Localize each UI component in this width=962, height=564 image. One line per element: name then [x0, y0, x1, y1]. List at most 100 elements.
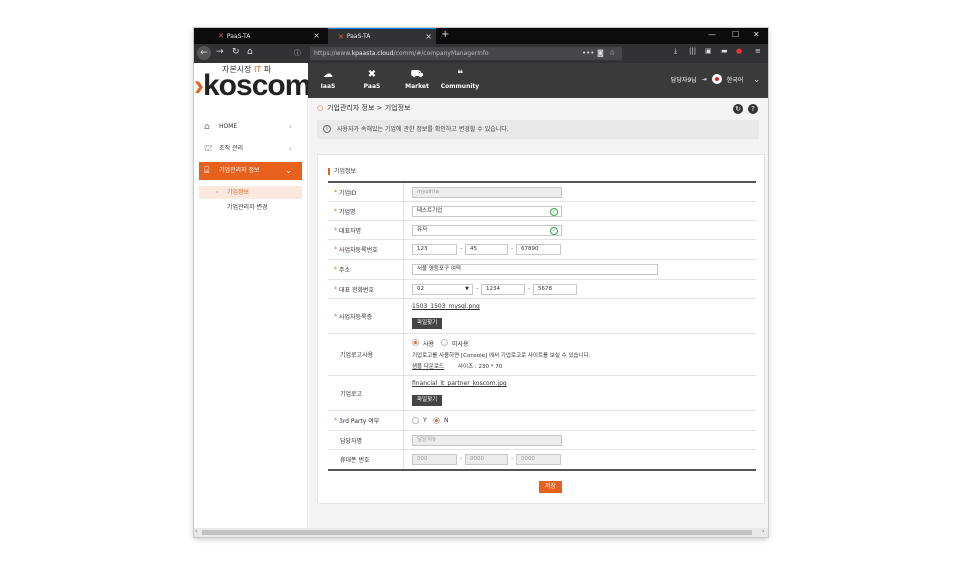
addon-icon[interactable]: ●: [736, 47, 742, 55]
sidebar-icon[interactable]: ▣: [705, 47, 712, 55]
sample-download-link[interactable]: 샘플 다운로드: [412, 362, 444, 370]
bookmark-star-icon[interactable]: ☆: [609, 47, 615, 60]
scroll-left-icon[interactable]: ‹: [195, 528, 197, 535]
close-window-icon[interactable]: ✕: [753, 30, 760, 39]
pocket-icon[interactable]: ◙: [597, 47, 604, 60]
biz-cert-filename[interactable]: 1503_1503_mysql.png: [412, 303, 480, 310]
chevron-down-icon: ⌄: [285, 166, 292, 175]
sidebar-item-org[interactable]: ⛫ 조직 관리 ‹: [199, 140, 302, 158]
save-button[interactable]: 저장: [539, 481, 563, 493]
company-info-form: *기업ID myzinta *기업명 테스트기업✓ *대표자명 유저✓: [328, 181, 756, 471]
biz-cert-file-button[interactable]: 파일찾기: [412, 318, 443, 329]
chevron-right-icon: ›: [216, 189, 219, 196]
cloud-icon: ☁: [323, 69, 333, 80]
korea-flag-icon: [711, 74, 722, 84]
browser-window: ✕ PaaS-TA × ✕ PaaS-TA × + — ☐ ✕ ← → ↻ ⌂ …: [194, 28, 768, 537]
sidebar-item-company-admin[interactable]: ⌸ 기업관리자 정보 ⌄: [199, 162, 302, 180]
user-name[interactable]: 담당자9님: [671, 75, 697, 84]
check-icon: ✓: [550, 208, 558, 216]
menu-icon[interactable]: ≡: [755, 47, 761, 55]
user-area: 담당자9님 ⇥ 한국어 ⌄: [666, 74, 760, 84]
url-bar[interactable]: ⓘ https://www.kpaasta.cloud/comm/#/compa…: [294, 47, 622, 60]
menu-iaas[interactable]: ☁ IaaS: [308, 69, 348, 90]
company-id-field: myzinta: [412, 187, 562, 198]
biz-no-part2-input[interactable]: 45: [465, 244, 508, 255]
mobile-part2-field: 0000: [465, 454, 508, 465]
url-path: /comm/#/companyManagerInfo: [393, 50, 489, 57]
reload-icon[interactable]: ↻: [232, 47, 240, 57]
required-mark: *: [334, 417, 337, 424]
koscom-logo[interactable]: ›koscom: [194, 69, 308, 98]
required-mark: *: [334, 312, 337, 320]
close-tab-icon[interactable]: ×: [313, 31, 320, 40]
scroll-right-icon[interactable]: ›: [762, 528, 764, 535]
back-icon[interactable]: ←: [197, 46, 211, 60]
menu-paas[interactable]: ✖ PaaS: [352, 69, 392, 90]
phone-part2-input[interactable]: 1234: [481, 284, 525, 295]
close-tab-icon[interactable]: ×: [425, 32, 432, 41]
address-input[interactable]: 서울 영등포구 여떡: [412, 264, 658, 275]
logo-nouse-radio[interactable]: [441, 339, 448, 346]
library-icon[interactable]: |||: [689, 47, 696, 55]
row-biz-cert: * 사업자등록증 1503_1503_mysql.png 파일찾기: [328, 299, 756, 334]
required-mark: *: [334, 207, 337, 215]
info-icon: i: [323, 125, 331, 133]
row-phone: * 대표 전화번호 02 ▼ - 1234 - 5678: [328, 280, 756, 299]
tab-bar: ✕ PaaS-TA × ✕ PaaS-TA × + — ☐ ✕: [194, 28, 768, 44]
row-manager: 담당자명 담당자9: [328, 431, 756, 450]
row-address: * 주소 서울 영등포구 여떡: [328, 260, 756, 280]
url-prefix: https://www.: [314, 50, 352, 57]
logo-use-radio[interactable]: [412, 339, 419, 346]
row-ceo-name: * 대표자명 유저 ✓: [328, 221, 756, 240]
language-label[interactable]: 한국어: [727, 75, 744, 84]
url-host: kpaasta.cloud: [351, 50, 394, 57]
horizontal-scrollbar[interactable]: ‹ ›: [194, 528, 768, 537]
info-icon[interactable]: ⓘ: [294, 47, 301, 60]
refresh-icon[interactable]: ↻: [733, 104, 743, 114]
browser-tab[interactable]: ✕ PaaS-TA ×: [216, 28, 324, 44]
download-icon[interactable]: ⤓: [674, 47, 677, 56]
phone-area-select[interactable]: 02 ▼: [412, 284, 473, 295]
maximize-icon[interactable]: ☐: [732, 30, 739, 39]
extension-icon[interactable]: ▬: [721, 47, 728, 55]
row-logo-use: 기업로고사용 사용 미사용 기업로고를 사용하면 [Console] 에서 기업…: [328, 334, 756, 376]
more-icon[interactable]: •••: [582, 47, 594, 60]
sidebar-item-home[interactable]: ⌂ HOME ‹: [199, 118, 302, 136]
logo-filename[interactable]: financial_it_partner_koscom.jpg: [412, 380, 507, 387]
minimize-icon[interactable]: —: [708, 30, 716, 39]
logout-icon[interactable]: ⇥: [702, 76, 707, 83]
paasta-logo-icon: ✕: [338, 32, 344, 41]
home-icon[interactable]: ⌂: [247, 47, 253, 57]
forward-icon[interactable]: →: [216, 47, 224, 57]
required-mark: *: [334, 246, 337, 253]
cart-icon: ⛟: [410, 69, 424, 80]
panel-title: 기업정보: [328, 168, 356, 175]
phone-part3-input[interactable]: 5678: [533, 284, 577, 295]
brand-area[interactable]: 자본시장 IT 파 ›koscom: [194, 63, 308, 98]
chevron-down-icon[interactable]: ⌄: [753, 75, 760, 84]
sidebar-subitem-change-admin[interactable]: 기업관리자 변경: [199, 201, 302, 214]
biz-no-part1-input[interactable]: 123: [412, 244, 457, 255]
required-mark: *: [334, 285, 337, 293]
third-party-y-radio[interactable]: [412, 417, 419, 424]
menu-market[interactable]: ⛟ Market: [397, 69, 437, 90]
chevron-left-icon: ‹: [288, 144, 292, 153]
row-company-id: * 기업ID myzinta: [328, 183, 756, 202]
scrollbar-thumb[interactable]: [202, 530, 752, 535]
main-content: ○ 기업관리자 정보 > 기업정보 ↻ ? i 사용자가 속해있는 기업에 관한 …: [309, 98, 768, 528]
required-mark: *: [334, 266, 337, 273]
biz-no-part3-input[interactable]: 67890: [516, 244, 561, 255]
home-icon: ⌂: [204, 122, 210, 132]
browser-tab-active[interactable]: ✕ PaaS-TA ×: [328, 28, 436, 44]
sidebar-subitem-company-info[interactable]: › 기업정보: [199, 186, 302, 199]
ceo-name-input[interactable]: 유저 ✓: [412, 225, 562, 236]
company-info-panel: 기업정보 *기업ID myzinta *기업명 테스트기업✓ *대표자명: [317, 154, 765, 504]
company-name-input[interactable]: 테스트기업 ✓: [412, 206, 562, 217]
third-party-n-radio[interactable]: [433, 417, 440, 424]
help-icon[interactable]: ?: [748, 104, 758, 114]
org-chart-icon: ⛫: [204, 144, 213, 154]
navigation-bar: ← → ↻ ⌂ ⓘ https://www.kpaasta.cloud/comm…: [194, 44, 768, 63]
logo-file-button[interactable]: 파일찾기: [412, 395, 443, 406]
new-tab-icon[interactable]: +: [441, 29, 449, 40]
menu-community[interactable]: ❝ Community: [438, 69, 482, 90]
